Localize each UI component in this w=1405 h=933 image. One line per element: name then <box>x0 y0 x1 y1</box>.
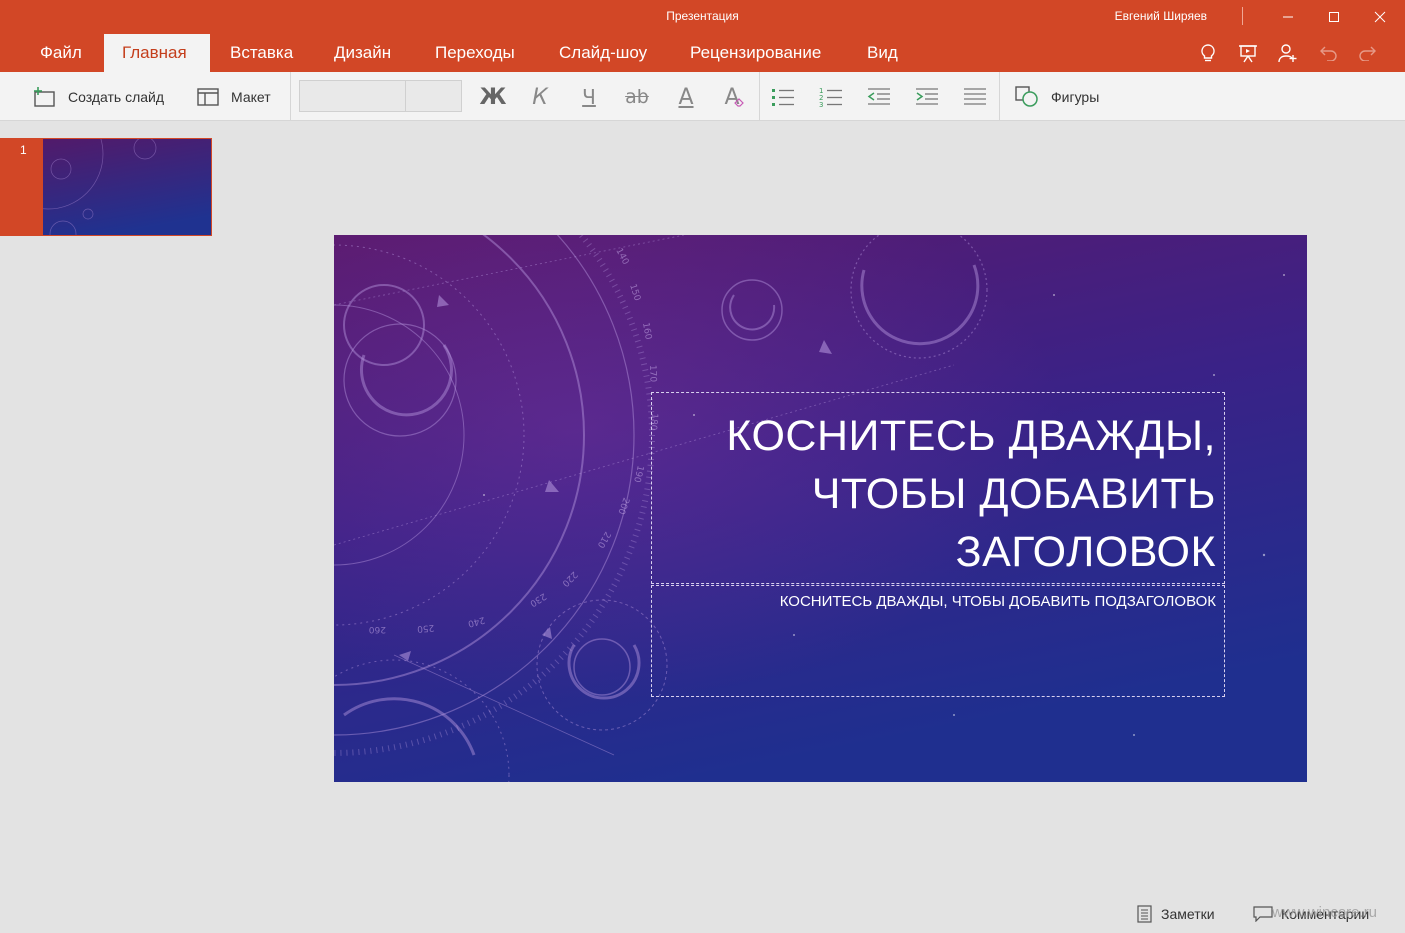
notes-button[interactable]: Заметки <box>1137 903 1215 925</box>
minimize-icon <box>1283 16 1293 18</box>
lightbulb-icon[interactable] <box>1193 38 1223 68</box>
shapes-button[interactable]: Фигуры <box>1015 82 1099 112</box>
thumbnail-number: 1 <box>0 138 42 236</box>
watermark: www.wincore.ru <box>1272 904 1378 921</box>
eraser-icon <box>733 98 744 107</box>
increase-indent-icon <box>916 88 938 105</box>
increase-indent-button[interactable] <box>912 82 942 112</box>
decrease-indent-button[interactable] <box>864 82 894 112</box>
maximize-button[interactable] <box>1311 0 1357 34</box>
slide-thumbnail[interactable] <box>42 138 212 236</box>
dial-label: 260 <box>369 624 386 634</box>
slide-thumbnail-image <box>43 139 211 235</box>
comment-icon <box>1253 906 1273 922</box>
strikethrough-button[interactable]: ab <box>622 82 652 112</box>
tab-home[interactable]: Главная <box>104 34 210 72</box>
ribbon-tabs: Файл Главная Вставка Дизайн Переходы Сла… <box>0 34 1405 72</box>
notes-icon <box>1137 905 1152 923</box>
title-line: ЧТОБЫ ДОБАВИТЬ <box>811 470 1216 518</box>
subtitle-text: КОСНИТЕСЬ ДВАЖДЫ, ЧТОБЫ ДОБАВИТЬ ПОДЗАГО… <box>779 593 1216 610</box>
tab-slideshow[interactable]: Слайд-шоу <box>541 34 665 72</box>
shapes-label: Фигуры <box>1051 89 1100 105</box>
slide-thumbnail-panel: 1 <box>0 121 218 933</box>
close-icon <box>1374 11 1386 23</box>
align-left-icon <box>964 88 986 105</box>
svg-text:3: 3 <box>819 101 823 108</box>
decrease-indent-icon <box>867 88 890 105</box>
font-color-button[interactable]: A <box>671 82 701 112</box>
new-slide-label: Создать слайд <box>68 89 165 105</box>
shapes-icon <box>1015 86 1038 107</box>
status-bar: Заметки Комментарии <box>0 895 1405 933</box>
subtitle-placeholder[interactable]: КОСНИТЕСЬ ДВАЖДЫ, ЧТОБЫ ДОБАВИТЬ ПОДЗАГО… <box>651 585 1225 697</box>
title-bar: Презентация Евгений Ширяев <box>0 0 1405 34</box>
tab-view[interactable]: Вид <box>849 34 916 72</box>
title-placeholder[interactable]: КОСНИТЕСЬ ДВАЖДЫ, ЧТОБЫ ДОБАВИТЬ ЗАГОЛОВ… <box>651 392 1225 584</box>
ribbon-toolbar: Создать слайд Макет Ж К Ч ab A A 123 Фиг… <box>0 72 1405 121</box>
ribbon-separator <box>999 72 1000 120</box>
undo-icon[interactable] <box>1313 38 1343 68</box>
tab-transitions[interactable]: Переходы <box>417 34 533 72</box>
tab-review[interactable]: Рецензирование <box>672 34 839 72</box>
bold-button[interactable]: Ж <box>478 82 508 112</box>
new-slide-icon <box>34 87 55 107</box>
dial-label: 250 <box>416 622 434 633</box>
title-line: ЗАГОЛОВОК <box>955 528 1216 576</box>
clear-formatting-button[interactable]: A <box>719 82 749 112</box>
dial-label: 170 <box>647 365 658 383</box>
layout-label: Макет <box>231 89 271 105</box>
redo-icon[interactable] <box>1353 38 1383 68</box>
present-icon[interactable] <box>1233 38 1263 68</box>
maximize-icon <box>1329 12 1339 22</box>
new-slide-button[interactable]: Создать слайд <box>32 82 164 112</box>
share-person-icon[interactable] <box>1273 38 1303 68</box>
bullets-button[interactable] <box>768 82 798 112</box>
minimize-button[interactable] <box>1265 0 1311 34</box>
layout-button[interactable]: Макет <box>197 82 271 112</box>
tab-design[interactable]: Дизайн <box>316 34 409 72</box>
italic-button[interactable]: К <box>525 82 555 112</box>
numbering-button[interactable]: 123 <box>816 82 846 112</box>
title-line: КОСНИТЕСЬ ДВАЖДЫ, <box>726 412 1216 460</box>
bullets-icon <box>772 89 794 106</box>
underline-button[interactable]: Ч <box>574 82 604 112</box>
tab-file[interactable]: Файл <box>22 34 100 72</box>
ribbon-separator <box>290 72 291 120</box>
numbering-icon: 123 <box>819 87 842 108</box>
font-box-divider <box>405 81 406 111</box>
title-separator <box>1242 7 1243 25</box>
close-button[interactable] <box>1357 0 1403 34</box>
user-name[interactable]: Евгений Ширяев <box>1115 9 1207 23</box>
ribbon-separator <box>759 72 760 120</box>
align-button[interactable] <box>960 82 990 112</box>
layout-icon <box>197 88 219 106</box>
font-selector[interactable] <box>299 80 462 112</box>
notes-label: Заметки <box>1161 906 1215 922</box>
tab-insert[interactable]: Вставка <box>212 34 311 72</box>
